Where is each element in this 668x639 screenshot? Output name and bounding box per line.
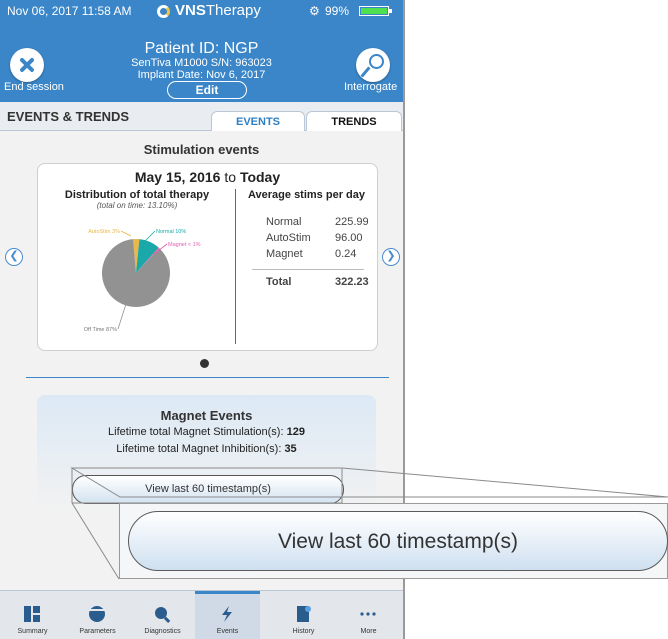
battery-percent: 99%	[325, 4, 350, 18]
section-tabs-bar: EVENTS & TRENDS EVENTS TRENDS	[0, 102, 403, 131]
interrogate-label[interactable]: Interrogate	[344, 81, 397, 93]
nav-diagnostics[interactable]: Diagnostics	[130, 591, 195, 639]
pie-leader-line	[120, 230, 132, 237]
pie-slice-label: Magnet < 1%	[168, 242, 201, 248]
nav-history[interactable]: History	[271, 591, 336, 639]
magnet-stimulation-count: Lifetime total Magnet Stimulation(s): 12…	[108, 426, 305, 438]
zoom-callout: View last 60 timestamp(s)	[119, 503, 668, 579]
pie-slice-label: Off Time 87%	[84, 327, 117, 333]
interrogate-button[interactable]	[356, 48, 390, 82]
card-divider	[235, 189, 236, 344]
view-timestamps-button[interactable]: View last 60 timestamp(s)	[72, 475, 344, 504]
status-bar: Nov 06, 2017 11:58 AM VNSTherapy ⚙ 99%	[0, 0, 403, 22]
patient-id: Patient ID: NGP	[144, 40, 259, 57]
battery-icon	[359, 6, 392, 16]
parameters-icon	[89, 606, 105, 622]
summary-icon	[24, 606, 40, 622]
device-model-serial: SenTiva M1000 S/N: 963023	[131, 57, 272, 69]
tab-events[interactable]: EVENTS	[211, 111, 305, 131]
pie-leader-line	[117, 303, 127, 330]
avg-row-magnet: Magnet 0.24	[266, 248, 357, 260]
nav-summary[interactable]: Summary	[0, 591, 65, 639]
end-session-label[interactable]: End session	[4, 81, 64, 93]
vns-logo-icon	[157, 5, 170, 18]
therapy-pie-chart: AutoStim 3% Normal 10% Magnet < 1% Off Time…	[84, 229, 201, 333]
section-separator	[26, 377, 389, 378]
nav-events[interactable]: Events	[195, 591, 260, 639]
wand-icon	[369, 54, 384, 69]
tab-trends[interactable]: TRENDS	[306, 111, 402, 131]
vns-therapy-logo: VNSTherapy	[157, 2, 261, 19]
edit-button[interactable]: Edit	[167, 81, 247, 99]
average-stims-title: Average stims per day	[248, 189, 365, 201]
pie-slice-label: AutoStim 3%	[88, 229, 120, 235]
events-icon	[222, 606, 232, 622]
avg-row-autostim: AutoStim 96.00	[266, 232, 363, 244]
wand-icon: ⚙	[309, 4, 320, 18]
implant-date: Implant Date: Nov 6, 2017	[137, 69, 266, 81]
section-title: EVENTS & TRENDS	[7, 109, 130, 124]
page-indicator-dot	[200, 359, 209, 368]
history-icon	[297, 606, 311, 622]
pie-slice-label: Normal 10%	[156, 229, 186, 235]
magnet-inhibition-count: Lifetime total Magnet Inhibition(s): 35	[116, 443, 297, 455]
status-time: Nov 06, 2017 11:58 AM	[7, 4, 132, 18]
view-timestamps-button-zoomed[interactable]: View last 60 timestamp(s)	[128, 511, 668, 571]
pie-leader-line	[143, 230, 156, 243]
more-icon	[360, 612, 376, 616]
diagnostics-icon	[155, 607, 171, 623]
avg-row-normal: Normal 225.99	[266, 216, 369, 228]
nav-parameters[interactable]: Parameters	[65, 591, 130, 639]
end-session-button[interactable]	[10, 48, 44, 82]
next-page-button[interactable]: ❯	[382, 248, 400, 266]
avg-row-total: Total 322.23	[266, 276, 369, 288]
magnet-events-title: Magnet Events	[160, 408, 253, 423]
previous-page-button[interactable]: ❮	[5, 248, 23, 266]
stimulation-card: May 15, 2016 to Today Distribution of to…	[37, 163, 378, 351]
bottom-nav-bar: Summary Parameters Diagnostics Events Hi…	[0, 590, 403, 639]
total-divider	[252, 269, 364, 270]
stimulation-events-title: Stimulation events	[143, 142, 260, 157]
nav-more[interactable]: More	[336, 591, 401, 639]
